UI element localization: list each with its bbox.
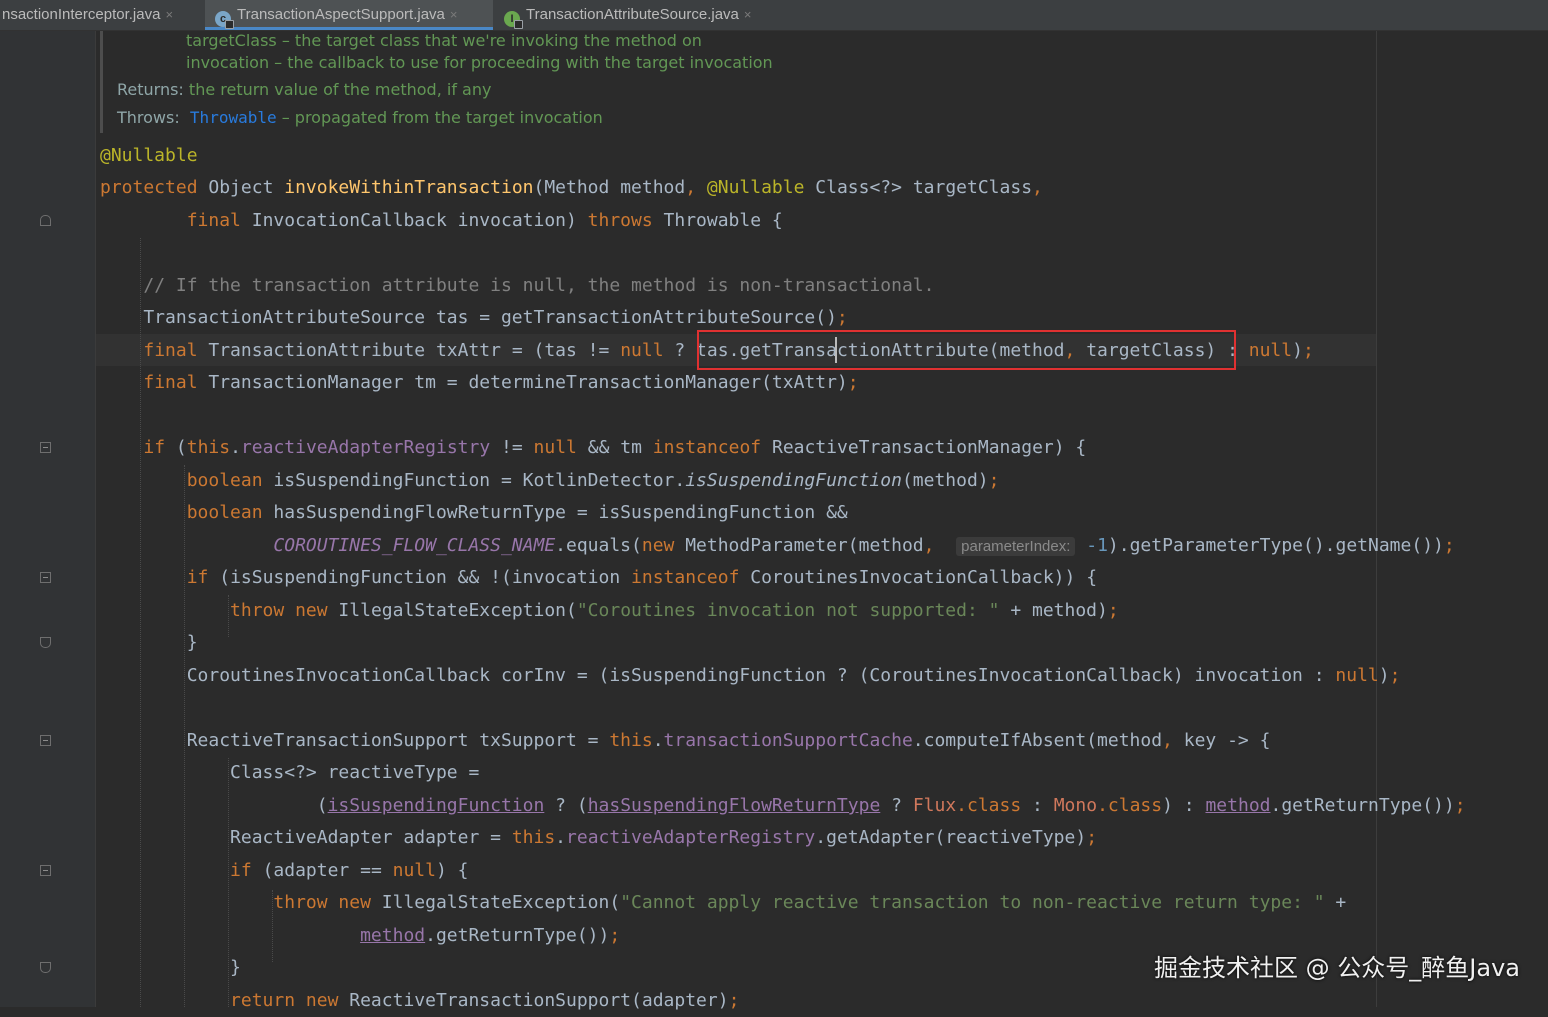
fold-end-icon[interactable] — [40, 962, 51, 973]
right-margin-guide — [1376, 31, 1377, 1007]
tab-transaction-attribute-source[interactable]: I TransactionAttributeSource.java × — [494, 0, 790, 30]
doc-returns-text: the return value of the method, if any — [188, 80, 492, 99]
doc-returns: Returns: the return value of the method,… — [117, 80, 491, 99]
code-line-21[interactable]: throw new IllegalStateException("Cannot … — [100, 887, 1346, 919]
text-caret — [835, 337, 837, 363]
code-line-15[interactable]: CoroutinesInvocationCallback corInv = (i… — [100, 660, 1401, 692]
interface-file-icon: I — [504, 11, 523, 29]
fold-end-icon[interactable] — [40, 637, 51, 648]
tab-label: TransactionAttributeSource.java — [526, 6, 739, 23]
tab-label: nsactionInterceptor.java — [2, 6, 161, 23]
fold-marker-icon[interactable] — [40, 865, 51, 876]
code-line-8[interactable]: if (this.reactiveAdapterRegistry != null… — [100, 432, 1086, 464]
gutter-divider — [95, 31, 96, 1007]
code-line-9[interactable]: boolean isSuspendingFunction = KotlinDet… — [100, 465, 1000, 497]
code-line-23[interactable]: } — [100, 952, 241, 984]
code-line-4[interactable]: // If the transaction attribute is null,… — [100, 270, 934, 302]
doc-param-target-class: targetClass – the target class that we'r… — [186, 31, 702, 50]
tab-label: TransactionAspectSupport.java — [237, 6, 445, 23]
doc-param-invocation: invocation – the callback to use for pro… — [186, 53, 773, 72]
code-line-11[interactable]: COROUTINES_FLOW_CLASS_NAME.equals(new Me… — [100, 530, 1455, 563]
highlight-annotation-box — [697, 330, 1236, 370]
code-line-12[interactable]: if (isSuspendingFunction && !(invocation… — [100, 562, 1097, 594]
code-line-19[interactable]: ReactiveAdapter adapter = this.reactiveA… — [100, 822, 1097, 854]
code-line-3[interactable]: final InvocationCallback invocation) thr… — [100, 205, 783, 237]
code-line-24[interactable]: return new ReactiveTransactionSupport(ad… — [100, 985, 739, 1017]
code-line-10[interactable]: boolean hasSuspendingFlowReturnType = is… — [100, 497, 848, 529]
code-line-7[interactable]: final TransactionManager tm = determineT… — [100, 367, 858, 399]
parameter-hint: parameterIndex: — [956, 537, 1076, 556]
watermark: 掘金技术社区 @ 公众号_醉鱼Java — [1154, 954, 1520, 982]
code-line-2[interactable]: protected Object invokeWithinTransaction… — [100, 172, 1043, 204]
close-icon[interactable]: × — [744, 7, 752, 22]
code-line-18[interactable]: (isSuspendingFunction ? (hasSuspendingFl… — [100, 790, 1466, 822]
fold-marker-icon[interactable] — [40, 442, 51, 453]
tab-transaction-aspect-support[interactable]: c TransactionAspectSupport.java × — [205, 0, 493, 30]
fold-marker-icon[interactable] — [40, 215, 51, 226]
doc-returns-label: Returns: — [117, 80, 184, 99]
doc-throwable-link[interactable]: Throwable — [190, 108, 277, 127]
doc-throws-text: – propagated from the target invocation — [276, 108, 603, 127]
code-line-1[interactable]: @Nullable — [100, 140, 198, 172]
code-line-13[interactable]: throw new IllegalStateException("Corouti… — [100, 595, 1119, 627]
doc-throws-label: Throws: — [117, 108, 180, 127]
editor-gutter[interactable] — [0, 31, 95, 1007]
javadoc-bar — [100, 31, 103, 133]
close-icon[interactable]: × — [165, 7, 173, 22]
doc-throws: Throws: Throwable – propagated from the … — [117, 108, 603, 127]
fold-marker-icon[interactable] — [40, 572, 51, 583]
editor-tab-bar: nsactionInterceptor.java × c TransactionAs… — [0, 0, 1548, 31]
tab-transaction-interceptor[interactable]: nsactionInterceptor.java × — [0, 0, 204, 30]
code-line-22[interactable]: method.getReturnType()); — [100, 920, 620, 952]
code-line-17[interactable]: Class<?> reactiveType = — [100, 757, 479, 789]
code-line-20[interactable]: if (adapter == null) { — [100, 855, 468, 887]
class-file-icon: c — [215, 11, 234, 29]
code-line-14[interactable]: } — [100, 627, 198, 659]
close-icon[interactable]: × — [450, 7, 458, 22]
code-line-16[interactable]: ReactiveTransactionSupport txSupport = t… — [100, 725, 1271, 757]
fold-marker-icon[interactable] — [40, 735, 51, 746]
